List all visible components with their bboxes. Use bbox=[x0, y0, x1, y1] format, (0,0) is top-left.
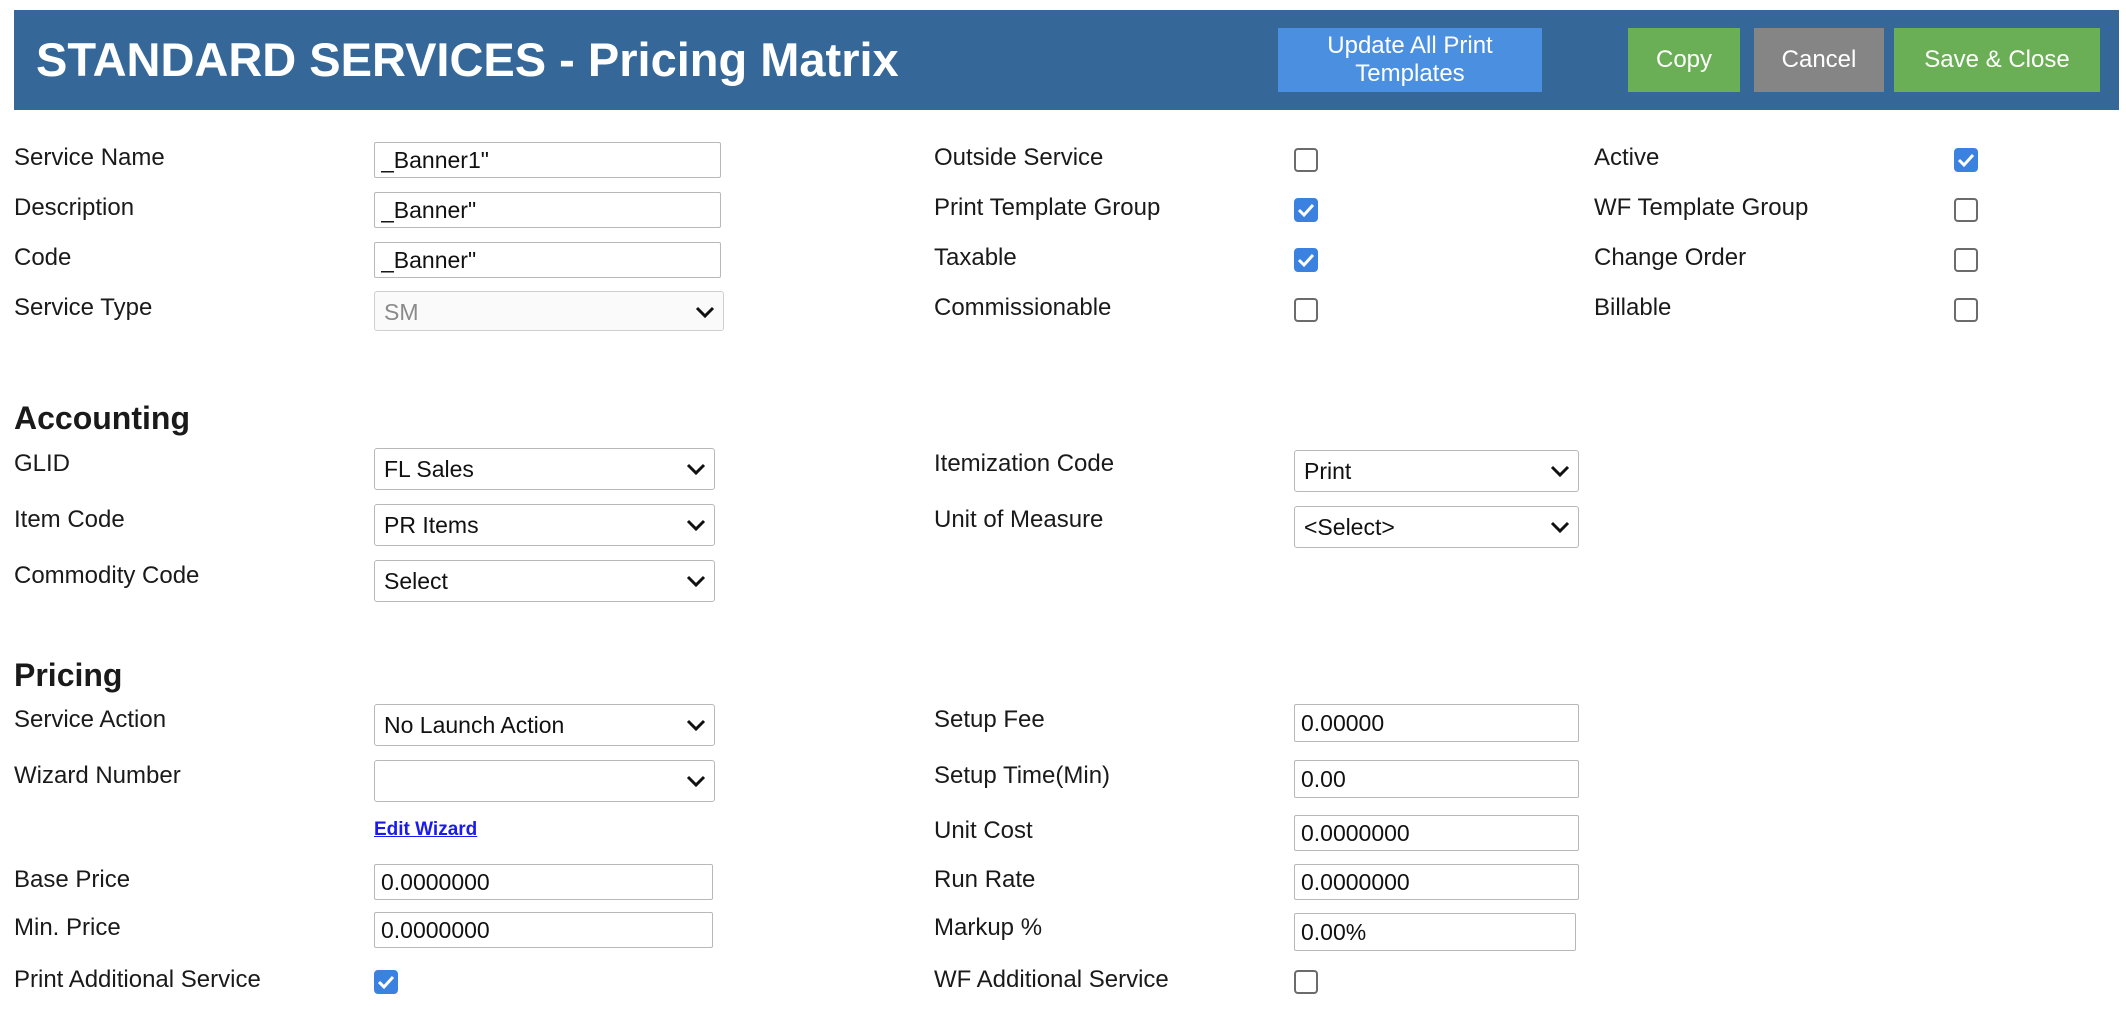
chevron-down-icon bbox=[686, 575, 706, 588]
commissionable-label: Commissionable bbox=[934, 294, 1112, 321]
page-title: STANDARD SERVICES - Pricing Matrix bbox=[36, 33, 899, 86]
wf-template-group-label: WF Template Group bbox=[1594, 194, 1809, 221]
itemization-code-select[interactable]: Print bbox=[1294, 450, 1579, 492]
wizard-number-label: Wizard Number bbox=[14, 762, 181, 789]
service-type-value: SM bbox=[384, 299, 419, 325]
chevron-down-icon bbox=[686, 463, 706, 476]
service-action-select[interactable]: No Launch Action bbox=[374, 704, 715, 746]
run-rate-label: Run Rate bbox=[934, 866, 1036, 893]
wf-additional-service-checkbox[interactable] bbox=[1294, 970, 1318, 994]
description-label: Description bbox=[14, 194, 135, 221]
print-template-group-label: Print Template Group bbox=[934, 194, 1161, 221]
markup-input[interactable] bbox=[1294, 913, 1576, 951]
service-name-input[interactable] bbox=[374, 142, 721, 178]
change-order-checkbox[interactable] bbox=[1954, 248, 1978, 272]
base-price-input[interactable] bbox=[374, 864, 713, 900]
billable-checkbox[interactable] bbox=[1954, 298, 1978, 322]
service-type-select[interactable]: SM bbox=[374, 291, 724, 331]
service-action-label: Service Action bbox=[14, 706, 167, 733]
cancel-button[interactable]: Cancel bbox=[1754, 28, 1884, 92]
run-rate-input[interactable] bbox=[1294, 864, 1579, 900]
taxable-checkbox[interactable] bbox=[1294, 248, 1318, 272]
unit-of-measure-value: <Select> bbox=[1304, 514, 1395, 540]
service-action-value: No Launch Action bbox=[384, 712, 565, 738]
setup-fee-input[interactable] bbox=[1294, 704, 1579, 742]
markup-label: Markup % bbox=[934, 914, 1043, 941]
checkmark-icon bbox=[1297, 253, 1315, 268]
item-code-value: PR Items bbox=[384, 512, 479, 538]
copy-button[interactable]: Copy bbox=[1628, 28, 1740, 92]
unit-cost-input[interactable] bbox=[1294, 815, 1579, 851]
description-input[interactable] bbox=[374, 192, 721, 228]
active-checkbox[interactable] bbox=[1954, 148, 1978, 172]
setup-time-input[interactable] bbox=[1294, 760, 1579, 798]
checkmark-icon bbox=[377, 975, 395, 990]
setup-time-label: Setup Time(Min) bbox=[934, 762, 1111, 789]
min-price-label: Min. Price bbox=[14, 914, 121, 941]
chevron-down-icon bbox=[686, 719, 706, 732]
glid-select[interactable]: FL Sales bbox=[374, 448, 715, 490]
chevron-down-icon bbox=[1550, 465, 1570, 478]
code-label: Code bbox=[14, 244, 72, 271]
glid-label: GLID bbox=[14, 450, 71, 477]
active-label: Active bbox=[1594, 144, 1660, 171]
checkmark-icon bbox=[1957, 153, 1975, 168]
edit-wizard-link[interactable]: Edit Wizard bbox=[374, 818, 477, 842]
wf-template-group-checkbox[interactable] bbox=[1954, 198, 1978, 222]
wf-additional-service-label: WF Additional Service bbox=[934, 966, 1169, 993]
item-code-label: Item Code bbox=[14, 506, 125, 533]
commodity-code-label: Commodity Code bbox=[14, 562, 200, 589]
print-additional-service-label: Print Additional Service bbox=[14, 966, 261, 993]
commodity-code-select[interactable]: Select bbox=[374, 560, 715, 602]
page-header: STANDARD SERVICES - Pricing Matrix Updat… bbox=[14, 10, 2119, 110]
update-all-print-templates-button[interactable]: Update All Print Templates bbox=[1278, 28, 1542, 92]
service-type-label: Service Type bbox=[14, 294, 153, 321]
unit-cost-label: Unit Cost bbox=[934, 817, 1033, 844]
pricing-heading: Pricing bbox=[14, 657, 123, 693]
change-order-label: Change Order bbox=[1594, 244, 1747, 271]
min-price-input[interactable] bbox=[374, 912, 713, 948]
unit-of-measure-label: Unit of Measure bbox=[934, 506, 1104, 533]
print-additional-service-checkbox[interactable] bbox=[374, 970, 398, 994]
chevron-down-icon bbox=[686, 775, 706, 788]
chevron-down-icon bbox=[1550, 521, 1570, 534]
taxable-label: Taxable bbox=[934, 244, 1017, 271]
print-template-group-checkbox[interactable] bbox=[1294, 198, 1318, 222]
commissionable-checkbox[interactable] bbox=[1294, 298, 1318, 322]
itemization-code-label: Itemization Code bbox=[934, 450, 1115, 477]
outside-service-label: Outside Service bbox=[934, 144, 1104, 171]
unit-of-measure-select[interactable]: <Select> bbox=[1294, 506, 1579, 548]
commodity-code-value: Select bbox=[384, 568, 448, 594]
setup-fee-label: Setup Fee bbox=[934, 706, 1045, 733]
accounting-heading: Accounting bbox=[14, 400, 190, 436]
base-price-label: Base Price bbox=[14, 866, 131, 893]
billable-label: Billable bbox=[1594, 294, 1672, 321]
save-and-close-button[interactable]: Save & Close bbox=[1894, 28, 2100, 92]
chevron-down-icon bbox=[686, 519, 706, 532]
itemization-code-value: Print bbox=[1304, 458, 1352, 484]
chevron-down-icon bbox=[695, 306, 715, 319]
wizard-number-select[interactable] bbox=[374, 760, 715, 802]
item-code-select[interactable]: PR Items bbox=[374, 504, 715, 546]
outside-service-checkbox[interactable] bbox=[1294, 148, 1318, 172]
code-input[interactable] bbox=[374, 242, 721, 278]
checkmark-icon bbox=[1297, 203, 1315, 218]
service-name-label: Service Name bbox=[14, 144, 165, 171]
glid-value: FL Sales bbox=[384, 456, 474, 482]
